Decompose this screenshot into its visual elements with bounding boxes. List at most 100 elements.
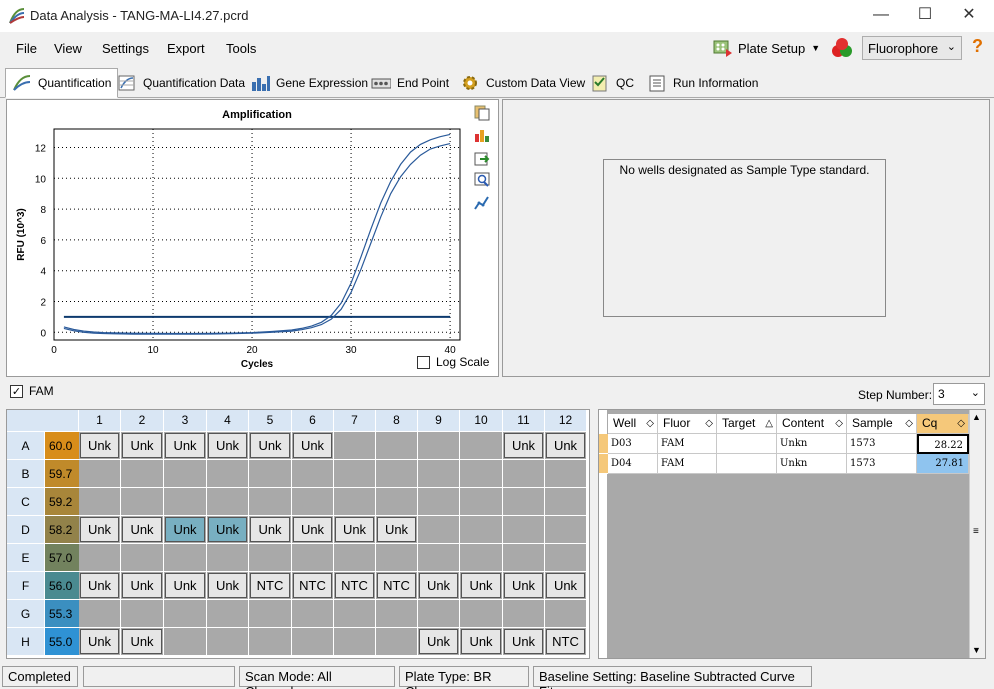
- plate-well[interactable]: Unk: [207, 432, 249, 460]
- zoom-icon[interactable]: [474, 172, 490, 188]
- plate-well[interactable]: NTC: [545, 628, 587, 656]
- plate-well[interactable]: [164, 460, 207, 488]
- well-sample-type[interactable]: Unk: [546, 573, 585, 598]
- row-indicator[interactable]: [599, 434, 608, 454]
- plate-well[interactable]: [164, 600, 207, 628]
- plate-row-header[interactable]: A: [7, 432, 45, 460]
- plate-well[interactable]: [249, 544, 292, 572]
- plate-well[interactable]: [334, 432, 376, 460]
- well-sample-type[interactable]: Unk: [165, 517, 205, 542]
- plate-well[interactable]: [207, 628, 249, 656]
- help-icon[interactable]: ?: [972, 36, 983, 57]
- log-scale-toggle[interactable]: Log Scale: [417, 355, 489, 369]
- plate-column-header[interactable]: 9: [418, 410, 460, 432]
- plate-well[interactable]: [121, 600, 164, 628]
- tab-quantification[interactable]: Quantification: [5, 68, 119, 98]
- plate-well[interactable]: [545, 488, 587, 516]
- plate-column-header[interactable]: 3: [164, 410, 207, 432]
- plate-well[interactable]: [545, 544, 587, 572]
- well-sample-type[interactable]: Unk: [122, 629, 162, 654]
- plate-well[interactable]: [376, 600, 418, 628]
- sort-icon[interactable]: ◇: [835, 414, 843, 433]
- sort-icon[interactable]: ◇: [905, 414, 913, 433]
- plate-well[interactable]: [503, 516, 545, 544]
- table-cell-fluor[interactable]: FAM: [658, 454, 717, 474]
- plate-corner[interactable]: [7, 410, 79, 432]
- well-sample-type[interactable]: Unk: [80, 629, 119, 654]
- plate-well[interactable]: [334, 460, 376, 488]
- well-sample-type[interactable]: Unk: [546, 433, 585, 458]
- plate-well[interactable]: [376, 628, 418, 656]
- plate-well[interactable]: [376, 460, 418, 488]
- plate-well[interactable]: [79, 488, 121, 516]
- plate-well[interactable]: [503, 460, 545, 488]
- table-cell-well[interactable]: D04: [608, 454, 658, 474]
- plate-column-header[interactable]: 12: [545, 410, 587, 432]
- plate-well[interactable]: NTC: [334, 572, 376, 600]
- plate-well[interactable]: [334, 544, 376, 572]
- well-sample-type[interactable]: NTC: [546, 629, 585, 654]
- tab-end-point[interactable]: End Point: [364, 69, 456, 97]
- tab-gene-expression[interactable]: Gene Expression: [243, 69, 375, 97]
- plate-well[interactable]: [79, 600, 121, 628]
- plate-well[interactable]: [503, 544, 545, 572]
- plate-row-header[interactable]: G: [7, 600, 45, 628]
- plate-well[interactable]: [460, 432, 503, 460]
- tab-quantification-data[interactable]: Quantification Data: [110, 69, 252, 97]
- scroll-grip-icon[interactable]: ≡: [973, 526, 979, 537]
- plate-well[interactable]: [79, 460, 121, 488]
- plate-well[interactable]: [207, 544, 249, 572]
- copy-icon[interactable]: [474, 105, 490, 121]
- table-cell-content[interactable]: Unkn: [777, 454, 847, 474]
- plate-well[interactable]: [460, 544, 503, 572]
- plate-well[interactable]: [376, 544, 418, 572]
- table-header-content[interactable]: Content ◇: [777, 414, 847, 434]
- plate-well[interactable]: Unk: [418, 572, 460, 600]
- plate-well[interactable]: Unk: [164, 432, 207, 460]
- sort-icon[interactable]: ◇: [957, 414, 965, 433]
- plate-column-header[interactable]: 8: [376, 410, 418, 432]
- well-sample-type[interactable]: NTC: [377, 573, 416, 598]
- table-cell-cq[interactable]: 27.81: [917, 454, 969, 474]
- table-cell-sample[interactable]: 1573: [847, 434, 917, 454]
- plate-well[interactable]: Unk: [164, 572, 207, 600]
- table-header-cq[interactable]: Cq ◇: [917, 414, 969, 434]
- log-scale-checkbox[interactable]: [417, 355, 430, 369]
- plate-well[interactable]: [249, 460, 292, 488]
- plate-column-header[interactable]: 1: [79, 410, 121, 432]
- plate-well[interactable]: [334, 628, 376, 656]
- plate-column-header[interactable]: 6: [292, 410, 334, 432]
- plate-well[interactable]: Unk: [460, 628, 503, 656]
- well-sample-type[interactable]: Unk: [122, 517, 162, 542]
- plate-well[interactable]: Unk: [545, 432, 587, 460]
- plate-row-header[interactable]: C: [7, 488, 45, 516]
- row-indicator[interactable]: [599, 454, 608, 474]
- well-sample-type[interactable]: Unk: [293, 433, 332, 458]
- plate-well[interactable]: [121, 544, 164, 572]
- plate-well[interactable]: NTC: [292, 572, 334, 600]
- plate-well[interactable]: [503, 488, 545, 516]
- plate-well[interactable]: [207, 600, 249, 628]
- minimize-icon[interactable]: —: [858, 0, 904, 32]
- plate-well[interactable]: [79, 544, 121, 572]
- menu-tools[interactable]: Tools: [226, 41, 256, 56]
- plate-well[interactable]: [249, 488, 292, 516]
- step-number-select[interactable]: 3 ⌄: [933, 383, 985, 405]
- amplification-chart[interactable]: Amplification0 10 20 30 40024681012CyclesRFU…: [7, 100, 472, 376]
- plate-well[interactable]: Unk: [249, 432, 292, 460]
- fluorophore-select[interactable]: Fluorophore ⌄: [862, 36, 962, 60]
- plate-well[interactable]: Unk: [121, 572, 164, 600]
- plate-well[interactable]: Unk: [79, 628, 121, 656]
- tab-run-information[interactable]: Run Information: [640, 69, 765, 97]
- plate-row-header[interactable]: H: [7, 628, 45, 656]
- menu-view[interactable]: View: [54, 41, 82, 56]
- well-sample-type[interactable]: Unk: [504, 573, 543, 598]
- plate-well[interactable]: [207, 488, 249, 516]
- well-sample-type[interactable]: NTC: [335, 573, 374, 598]
- plate-well[interactable]: Unk: [121, 628, 164, 656]
- plate-well[interactable]: [460, 460, 503, 488]
- plate-well[interactable]: [292, 460, 334, 488]
- plate-well[interactable]: [292, 544, 334, 572]
- plate-well[interactable]: Unk: [249, 516, 292, 544]
- well-sample-type[interactable]: Unk: [293, 517, 332, 542]
